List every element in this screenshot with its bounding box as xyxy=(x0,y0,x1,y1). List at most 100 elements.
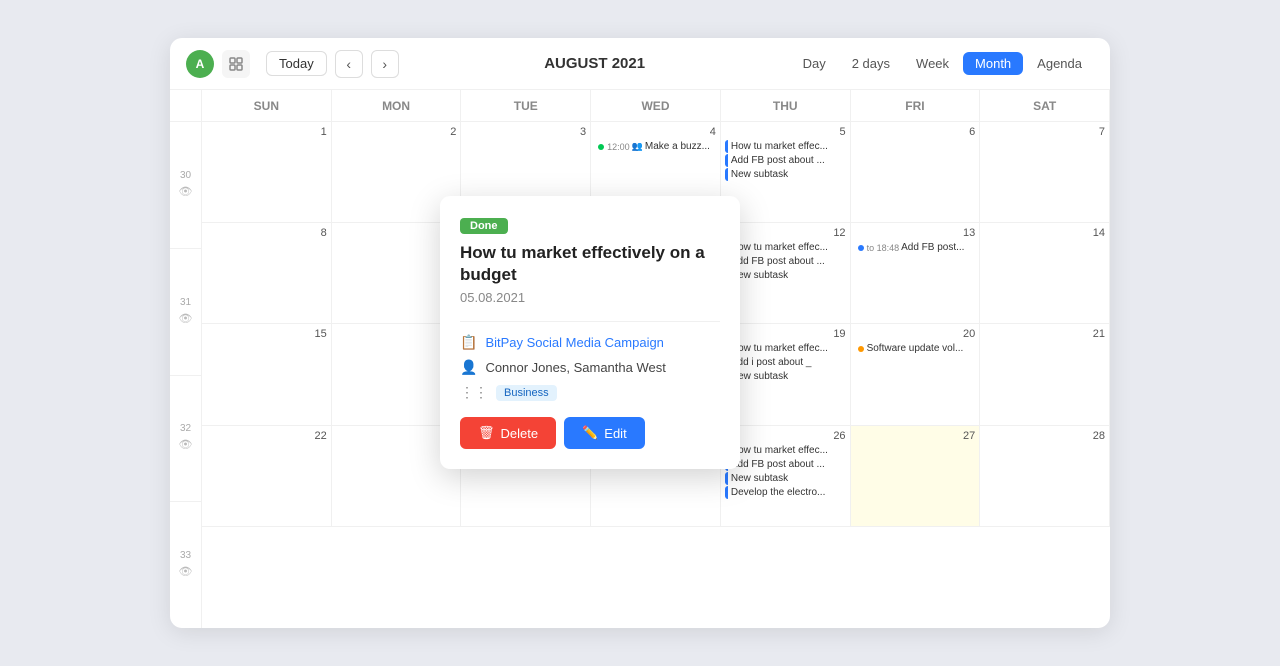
event-text: Software update vol... xyxy=(867,343,964,354)
cell-thu-w32[interactable]: 19 How tu market effec... Add i post abo… xyxy=(721,324,851,425)
eye-icon-33[interactable]: 👁 xyxy=(177,563,195,580)
day-num: 3 xyxy=(465,126,586,138)
day-num: 27 xyxy=(855,430,976,442)
popup-actions: 🗑 Delete ✏️ Edit xyxy=(460,417,720,449)
event-item[interactable]: Add FB post about ... xyxy=(725,154,846,167)
cell-sun-w32[interactable]: 15 xyxy=(202,324,332,425)
day-num: 8 xyxy=(206,227,327,239)
popup-project-link[interactable]: BitPay Social Media Campaign xyxy=(485,335,663,350)
event-text: Add i post about _ xyxy=(731,357,812,368)
popup-tag: Business xyxy=(496,385,557,401)
event-item[interactable]: to 18:48 Add FB post... xyxy=(855,241,976,254)
event-item[interactable]: How tu market effec... xyxy=(725,342,846,355)
cell-thu-w30[interactable]: 5 How tu market effec... Add FB post abo… xyxy=(721,122,851,223)
view-day[interactable]: Day xyxy=(791,52,838,75)
popup-assignees-row: 👤 Connor Jones, Samantha West xyxy=(460,359,720,376)
day-num: 22 xyxy=(206,430,327,442)
popup-project-row: 📋 BitPay Social Media Campaign xyxy=(460,334,720,351)
cell-sat-w30[interactable]: 7 xyxy=(980,122,1110,223)
event-text: How tu market effec... xyxy=(731,141,828,152)
event-text: Develop the electro... xyxy=(731,487,826,498)
view-week[interactable]: Week xyxy=(904,52,961,75)
event-text: Add FB post about ... xyxy=(731,459,825,470)
event-text: Add FB post about ... xyxy=(731,155,825,166)
today-button[interactable]: Today xyxy=(266,51,327,76)
day-num: 5 xyxy=(725,126,846,138)
cell-fri-w32[interactable]: 20 Software update vol... xyxy=(851,324,981,425)
event-item[interactable]: New subtask xyxy=(725,472,846,485)
day-num: 20 xyxy=(855,328,976,340)
cell-sat-w33[interactable]: 28 xyxy=(980,426,1110,527)
cell-sun-w30[interactable]: 1 xyxy=(202,122,332,223)
cell-fri-w33[interactable]: 27 xyxy=(851,426,981,527)
event-item[interactable]: New subtask xyxy=(725,168,846,181)
event-group-icon: 👥 xyxy=(632,141,643,152)
edit-button[interactable]: ✏️ Edit xyxy=(564,417,645,449)
calendar-title: AUGUST 2021 xyxy=(399,55,791,72)
day-num: 2 xyxy=(336,126,457,138)
day-num: 12 xyxy=(725,227,846,239)
event-item[interactable]: How tu market effec... xyxy=(725,241,846,254)
event-text: Make a buzz... xyxy=(645,141,710,152)
day-num: 14 xyxy=(984,227,1105,239)
event-text: New subtask xyxy=(731,169,788,180)
popup-date: 05.08.2021 xyxy=(460,290,720,305)
day-num: 26 xyxy=(725,430,846,442)
popup-divider xyxy=(460,321,720,322)
cell-sun-w33[interactable]: 22 xyxy=(202,426,332,527)
event-item[interactable]: How tu market effec... xyxy=(725,444,846,457)
week-row-33: 33 👁 xyxy=(170,502,201,628)
week-row-30: 30 👁 xyxy=(170,122,201,249)
week-number-31: 31 xyxy=(180,297,191,308)
eye-icon-32[interactable]: 👁 xyxy=(177,436,195,453)
day-num: 9 xyxy=(336,227,457,239)
view-agenda[interactable]: Agenda xyxy=(1025,52,1094,75)
tag-icon: ⋮⋮ xyxy=(460,384,488,401)
week-row-31: 31 👁 xyxy=(170,249,201,376)
day-num: 19 xyxy=(725,328,846,340)
cell-fri-w30[interactable]: 6 xyxy=(851,122,981,223)
project-icon: 📋 xyxy=(460,334,477,351)
delete-button[interactable]: 🗑 Delete xyxy=(460,417,556,449)
event-item[interactable]: New subtask xyxy=(725,269,846,282)
cell-sat-w32[interactable]: 21 xyxy=(980,324,1110,425)
eye-icon-30[interactable]: 👁 xyxy=(177,183,195,200)
day-num: 13 xyxy=(855,227,976,239)
cell-fri-w31[interactable]: 13 to 18:48 Add FB post... xyxy=(851,223,981,324)
popup-assignees: Connor Jones, Samantha West xyxy=(485,360,665,375)
view-buttons: Day 2 days Week Month Agenda xyxy=(791,52,1094,75)
event-item[interactable]: How tu market effec... xyxy=(725,140,846,153)
eye-icon-31[interactable]: 👁 xyxy=(177,310,195,327)
popup-tag-row: ⋮⋮ Business xyxy=(460,384,720,401)
day-num: 6 xyxy=(855,126,976,138)
event-item[interactable]: Add i post about _ xyxy=(725,356,846,369)
next-button[interactable]: › xyxy=(371,50,399,78)
cell-thu-w33[interactable]: 26 How tu market effec... Add FB post ab… xyxy=(721,426,851,527)
event-text: How tu market effec... xyxy=(731,445,828,456)
calendar-header: A Today ‹ › AUGUST 2021 Day 2 days Week … xyxy=(170,38,1110,90)
view-month[interactable]: Month xyxy=(963,52,1023,75)
day-num: 23 xyxy=(336,430,457,442)
expand-button[interactable] xyxy=(222,50,250,78)
event-item[interactable]: New subtask xyxy=(725,370,846,383)
event-text: How tu market effec... xyxy=(731,343,828,354)
event-item[interactable]: Add FB post about ... xyxy=(725,458,846,471)
week-number-33: 33 xyxy=(180,550,191,561)
week-col-header xyxy=(170,90,201,122)
event-item[interactable]: Develop the electro... xyxy=(725,486,846,499)
event-time: 12:00 xyxy=(607,142,630,152)
view-2days[interactable]: 2 days xyxy=(840,52,902,75)
avatar: A xyxy=(186,50,214,78)
header-left: A Today ‹ › xyxy=(186,50,399,78)
cell-sun-w31[interactable]: 8 xyxy=(202,223,332,324)
prev-button[interactable]: ‹ xyxy=(335,50,363,78)
cell-thu-w31[interactable]: 12 How tu market effec... Add FB post ab… xyxy=(721,223,851,324)
popup-status-badge: Done xyxy=(460,218,508,234)
event-text: Add FB post... xyxy=(901,242,964,253)
event-item[interactable]: Software update vol... xyxy=(855,342,976,355)
assignees-icon: 👤 xyxy=(460,359,477,376)
week-column: 30 👁 31 👁 32 👁 33 👁 xyxy=(170,90,202,628)
cell-sat-w31[interactable]: 14 xyxy=(980,223,1110,324)
event-item[interactable]: 12:00 👥 Make a buzz... xyxy=(595,140,716,153)
event-item[interactable]: Add FB post about ... xyxy=(725,255,846,268)
